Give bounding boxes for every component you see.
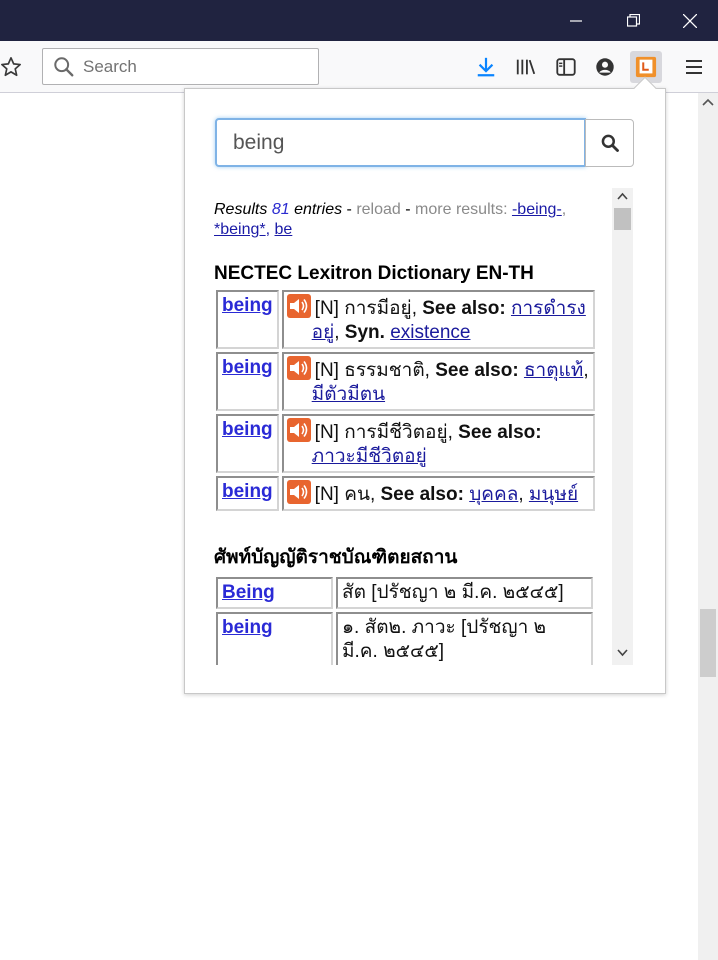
more-result-link[interactable]: -being- xyxy=(512,201,562,218)
table-row: being [N] การมีอยู่, See also: การดำรงอย… xyxy=(216,290,595,349)
library-button[interactable] xyxy=(512,53,540,81)
entry-definition: ๑. สัต๒. ภาวะ [ปรัชญา ๒ มี.ค. ๒๕๔๕] xyxy=(336,612,593,665)
see-also-label: See also: xyxy=(458,422,542,443)
entry-word-link[interactable]: being xyxy=(222,481,273,502)
entry-word-link[interactable]: being xyxy=(222,419,273,440)
page-scrollbar[interactable] xyxy=(698,93,718,960)
library-icon xyxy=(516,59,536,75)
results-count: 81 xyxy=(271,201,290,218)
part-of-speech: [N] xyxy=(314,422,339,443)
royal-institute-entries-table: Being สัต [ปรัชญา ๒ มี.ค. ๒๕๔๕] being ๑.… xyxy=(214,574,596,665)
thai-translation: คน xyxy=(344,484,370,505)
account-button[interactable] xyxy=(591,53,619,81)
see-also-label: See also: xyxy=(422,298,506,319)
more-result-link[interactable]: be xyxy=(275,221,293,238)
entry-definition: [N] คน, See also: บุคคล, มนุษย์ xyxy=(281,476,595,511)
synonym-label: Syn. xyxy=(344,322,385,343)
speaker-icon[interactable] xyxy=(286,294,311,318)
see-also-link[interactable]: มนุษย์ xyxy=(529,484,578,505)
speaker-icon[interactable] xyxy=(286,418,311,442)
dictionary-title: NECTEC Lexitron Dictionary EN-TH xyxy=(214,263,534,284)
restore-button[interactable] xyxy=(605,0,661,41)
results-scrollbar-thumb[interactable] xyxy=(614,208,631,230)
entry-word-link[interactable]: Being xyxy=(222,582,275,603)
minimize-icon xyxy=(570,19,582,22)
entry-definition: [N] การมีอยู่, See also: การดำรงอยู่, Sy… xyxy=(281,290,595,349)
results-label: Results xyxy=(214,201,268,218)
results-summary: Results 81 entries - reload - more resul… xyxy=(214,201,567,238)
entry-word-link[interactable]: being xyxy=(222,617,273,638)
dictionary-search-button[interactable] xyxy=(585,119,634,167)
browser-toolbar xyxy=(0,41,718,93)
results-scrollbar[interactable] xyxy=(612,188,633,665)
account-icon xyxy=(596,58,614,76)
part-of-speech: [N] xyxy=(314,484,339,505)
scroll-up-arrow-icon[interactable] xyxy=(617,192,628,201)
separator: - xyxy=(405,201,411,218)
dictionary-search-input[interactable] xyxy=(215,118,586,167)
scroll-up-arrow-icon[interactable] xyxy=(702,97,714,107)
see-also-link[interactable]: มีตัวมีตน xyxy=(312,384,385,405)
entry-word-link[interactable]: being xyxy=(222,357,273,378)
close-icon xyxy=(683,13,697,28)
scroll-down-arrow-icon[interactable] xyxy=(617,648,628,657)
table-row: Being สัต [ปรัชญา ๒ มี.ค. ๒๕๔๕] xyxy=(216,577,593,609)
more-results-label: more results: xyxy=(415,201,508,218)
lexitron-entries-table: being [N] การมีอยู่, See also: การดำรงอย… xyxy=(214,287,598,514)
dictionary-extension-icon xyxy=(635,56,657,78)
star-icon xyxy=(1,57,21,77)
download-icon xyxy=(477,57,495,77)
thai-translation: การมีชีวิตอยู่ xyxy=(344,422,448,443)
see-also-link[interactable]: ธาตุแท้ xyxy=(524,360,583,381)
separator: - xyxy=(346,201,352,218)
search-bar[interactable] xyxy=(42,48,319,85)
restore-icon xyxy=(626,14,640,27)
part-of-speech: [N] xyxy=(314,360,339,381)
bookmark-star-button[interactable] xyxy=(0,53,25,81)
synonym-link[interactable]: existence xyxy=(390,322,470,343)
search-icon xyxy=(54,56,74,76)
entry-definition: สัต [ปรัชญา ๒ มี.ค. ๒๕๔๕] xyxy=(336,577,593,609)
speaker-icon[interactable] xyxy=(286,480,311,504)
page-scrollbar-thumb[interactable] xyxy=(700,609,716,677)
dictionary-title: ศัพท์บัญญัติราชบัณฑิตยสถาน xyxy=(214,547,458,568)
results-panel: Results 81 entries - reload - more resul… xyxy=(214,188,634,665)
see-also-label: See also: xyxy=(435,360,519,381)
downloads-button[interactable] xyxy=(472,53,500,81)
search-input[interactable] xyxy=(81,55,301,78)
close-button[interactable] xyxy=(662,0,718,41)
thai-translation: การมีอยู่ xyxy=(344,298,412,319)
minimize-button[interactable] xyxy=(548,0,604,41)
sidebar-icon xyxy=(556,58,576,76)
hamburger-menu-icon xyxy=(686,60,702,74)
menu-button[interactable] xyxy=(680,53,708,81)
sidebar-button[interactable] xyxy=(552,53,580,81)
see-also-label: See also: xyxy=(380,484,464,505)
table-row: being ๑. สัต๒. ภาวะ [ปรัชญา ๒ มี.ค. ๒๕๔๕… xyxy=(216,612,593,665)
see-also-link[interactable]: ภาวะมีชีวิตอยู่ xyxy=(312,446,427,467)
thai-translation: ธรรมชาติ xyxy=(344,360,425,381)
table-row: being [N] ธรรมชาติ, See also: ธาตุแท้, ม… xyxy=(216,352,595,411)
search-icon xyxy=(601,134,619,152)
see-also-link[interactable]: บุคคล xyxy=(469,484,518,505)
part-of-speech: [N] xyxy=(314,298,339,319)
entries-label: entries xyxy=(294,201,343,218)
entry-definition: [N] ธรรมชาติ, See also: ธาตุแท้, มีตัวมี… xyxy=(281,352,595,411)
window-titlebar xyxy=(0,0,718,41)
more-result-link[interactable]: *being* xyxy=(214,221,266,238)
entry-word-link[interactable]: being xyxy=(222,295,273,316)
table-row: being [N] การมีชีวิตอยู่, See also: ภาวะ… xyxy=(216,414,595,473)
table-row: being [N] คน, See also: บุคคล, มนุษย์ xyxy=(216,476,595,511)
speaker-icon[interactable] xyxy=(286,356,311,380)
entry-definition: [N] การมีชีวิตอยู่, See also: ภาวะมีชีวิ… xyxy=(281,414,595,473)
reload-link[interactable]: reload xyxy=(356,201,400,218)
